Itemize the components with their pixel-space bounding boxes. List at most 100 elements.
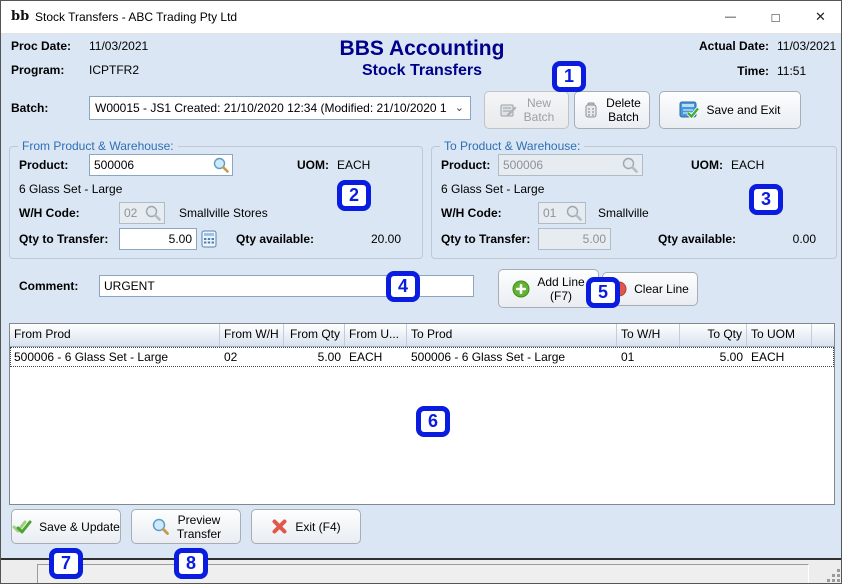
app-window: bb Stock Transfers - ABC Trading Pty Ltd… (0, 0, 842, 584)
title-bar: bb Stock Transfers - ABC Trading Pty Ltd… (1, 1, 841, 34)
exit-button[interactable]: Exit (F4) (251, 509, 361, 544)
from-qty-available-value: 20.00 (331, 232, 401, 246)
preview-icon (151, 517, 170, 536)
table-cell: 02 (220, 347, 284, 367)
to-qty-label: Qty to Transfer: (441, 232, 530, 246)
minimize-icon: — (725, 11, 736, 23)
new-batch-button: NewBatch (484, 91, 569, 129)
from-product-description: 6 Glass Set - Large (19, 182, 122, 196)
from-qty-input[interactable] (119, 228, 197, 250)
close-button[interactable]: ✕ (798, 1, 842, 33)
proc-date-label: Proc Date: (11, 39, 71, 53)
to-product-description: 6 Glass Set - Large (441, 182, 544, 196)
grid-column-header[interactable]: From Prod (10, 324, 220, 346)
callout-badge-7: 7 (49, 548, 83, 579)
batch-combobox[interactable]: W00015 - JS1 Created: 21/10/2020 12:34 (… (89, 96, 471, 120)
table-row[interactable]: 500006 - 6 Glass Set - Large025.00EACH50… (10, 347, 834, 367)
grid-body: 500006 - 6 Glass Set - Large025.00EACH50… (10, 347, 834, 367)
grid-column-header[interactable]: From Qty (284, 324, 345, 346)
new-batch-icon (499, 101, 517, 119)
exit-label: Exit (F4) (295, 520, 340, 534)
add-line-label-line2: (F7) (550, 289, 572, 303)
table-cell: 500006 - 6 Glass Set - Large (407, 347, 617, 367)
from-product-search-icon[interactable] (212, 156, 230, 174)
grid-column-header[interactable]: To UOM (747, 324, 812, 346)
batch-combobox-value: W00015 - JS1 Created: 21/10/2020 12:34 (… (95, 101, 447, 115)
callout-badge-6: 6 (416, 406, 450, 437)
callout-badge-2: 2 (337, 180, 371, 211)
screen-title: Stock Transfers (281, 62, 563, 80)
from-qty-calculator-icon[interactable] (200, 230, 218, 248)
new-batch-label-line2: Batch (524, 110, 555, 124)
to-uom-value: EACH (731, 158, 764, 172)
delete-batch-icon (583, 101, 599, 119)
to-qty-input (538, 228, 611, 250)
from-wh-name: Smallville Stores (179, 206, 268, 220)
table-cell: EACH (345, 347, 407, 367)
to-product-label: Product: (441, 158, 490, 172)
add-line-button[interactable]: Add Line(F7) (498, 269, 599, 308)
save-update-button[interactable]: Save & Update (11, 509, 121, 544)
maximize-button[interactable]: □ (753, 1, 798, 33)
save-update-label: Save & Update (39, 520, 120, 534)
to-qty-available-label: Qty available: (658, 232, 736, 246)
window-title: Stock Transfers - ABC Trading Pty Ltd (35, 10, 237, 24)
status-bar (1, 558, 842, 584)
to-product-search-icon (621, 156, 639, 174)
app-title: BBS Accounting (281, 37, 563, 61)
actual-date-value: 11/03/2021 (777, 39, 836, 53)
grid-header-row: From ProdFrom W/HFrom QtyFrom U...To Pro… (10, 324, 834, 347)
batch-label: Batch: (11, 101, 48, 115)
from-wh-search-icon (144, 204, 162, 222)
delete-batch-button[interactable]: DeleteBatch (574, 91, 650, 129)
proc-date-value: 11/03/2021 (89, 39, 148, 53)
table-cell: 5.00 (284, 347, 345, 367)
comment-label: Comment: (19, 279, 78, 293)
status-panel (37, 564, 809, 584)
table-cell: 500006 - 6 Glass Set - Large (10, 347, 220, 367)
minimize-button[interactable]: — (708, 1, 753, 33)
save-and-exit-button[interactable]: Save and Exit (659, 91, 801, 129)
actual-date-label: Actual Date: (609, 39, 769, 53)
grid-column-header[interactable]: To W/H (617, 324, 680, 346)
from-group-title: From Product & Warehouse: (18, 139, 178, 153)
to-uom-label: UOM: (691, 158, 723, 172)
save-and-exit-label: Save and Exit (706, 103, 780, 117)
to-wh-code-label: W/H Code: (441, 206, 502, 220)
callout-badge-3: 3 (749, 184, 783, 215)
grid-column-header[interactable]: From U... (345, 324, 407, 346)
close-icon: ✕ (815, 9, 826, 25)
resize-grip-icon[interactable] (827, 569, 840, 582)
table-cell: EACH (747, 347, 812, 367)
preview-label-line1: Preview (178, 513, 221, 527)
delete-batch-label-line2: Batch (608, 110, 639, 124)
save-and-exit-icon (679, 100, 699, 120)
grid-column-header-filler (812, 324, 834, 346)
grid-column-header[interactable]: To Prod (407, 324, 617, 346)
grid-column-header[interactable]: To Qty (680, 324, 747, 346)
from-product-label: Product: (19, 158, 68, 172)
add-line-label-line1: Add Line (537, 275, 584, 289)
exit-icon (271, 518, 288, 535)
preview-label-line2: Transfer (177, 527, 221, 541)
program-value: ICPTFR2 (89, 63, 139, 77)
clear-line-label: Clear Line (634, 282, 689, 296)
add-icon (512, 280, 530, 298)
to-wh-name: Smallville (598, 206, 649, 220)
to-group-title: To Product & Warehouse: (440, 139, 584, 153)
callout-badge-5: 5 (586, 277, 620, 308)
new-batch-label-line1: New (527, 96, 551, 110)
app-logo-icon: bb (11, 8, 29, 26)
save-update-icon (12, 519, 32, 535)
program-label: Program: (11, 63, 64, 77)
to-wh-search-icon (565, 204, 583, 222)
grid-column-header[interactable]: From W/H (220, 324, 284, 346)
time-value: 11:51 (777, 64, 806, 78)
from-qty-label: Qty to Transfer: (19, 232, 108, 246)
from-uom-label: UOM: (297, 158, 329, 172)
from-qty-available-label: Qty available: (236, 232, 314, 246)
callout-badge-8: 8 (174, 548, 208, 579)
table-cell: 01 (617, 347, 680, 367)
preview-transfer-button[interactable]: PreviewTransfer (131, 509, 241, 544)
chevron-down-icon: ⌄ (455, 101, 464, 114)
